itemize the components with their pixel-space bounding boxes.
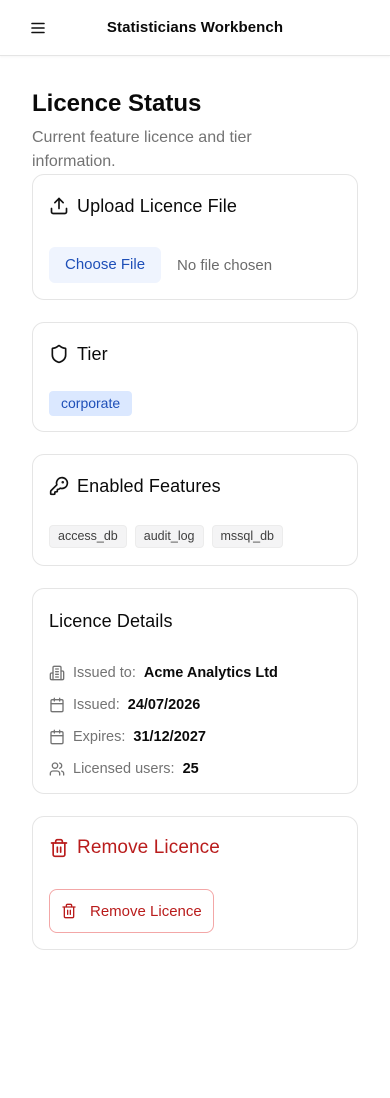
remove-licence-button[interactable]: Remove Licence (49, 889, 214, 933)
upload-card-title: Upload Licence File (77, 195, 237, 216)
detail-issued: Issued: 24/07/2026 (49, 689, 341, 721)
upload-card-header: Upload Licence File (49, 175, 341, 235)
trash-icon (49, 838, 69, 858)
features-card-header: Enabled Features (49, 455, 341, 515)
upload-icon (49, 196, 69, 216)
detail-label: Expires: (73, 729, 126, 745)
calendar-icon (49, 697, 65, 713)
file-input[interactable]: Choose File No file chosen (49, 247, 341, 283)
enabled-features-card: Enabled Features access_db audit_log mss… (32, 454, 358, 566)
detail-value: 25 (182, 761, 199, 777)
app-title: Statisticians Workbench (106, 19, 284, 36)
top-bar: Statisticians Workbench (0, 0, 390, 56)
licence-details-card: Licence Details Issued to: Acme Analytic… (32, 588, 358, 794)
feature-tag: access_db (49, 525, 127, 548)
tier-card-title: Tier (77, 343, 108, 364)
tier-badge: corporate (49, 391, 133, 416)
detail-label: Issued to: (73, 665, 136, 681)
details-list: Issued to: Acme Analytics Ltd Issued: 24… (49, 657, 341, 785)
detail-value: Acme Analytics Ltd (143, 665, 278, 681)
key-icon (49, 476, 69, 496)
tier-card: Tier corporate (32, 322, 358, 432)
users-icon (49, 761, 65, 777)
features-card-title: Enabled Features (77, 475, 221, 496)
detail-value: 24/07/2026 (127, 697, 201, 713)
remove-licence-card: Remove Licence Remove Licence (32, 816, 358, 950)
detail-value: 31/12/2027 (133, 729, 206, 745)
choose-file-button[interactable]: Choose File (49, 247, 162, 283)
details-card-header: Licence Details (49, 589, 341, 651)
page-subtitle: Current feature licence and tier informa… (32, 129, 252, 170)
file-status-text: No file chosen (177, 256, 273, 274)
remove-card-header: Remove Licence (49, 817, 341, 877)
detail-licensed-users: Licensed users: 25 (49, 753, 341, 785)
shield-icon (49, 344, 69, 364)
detail-expires: Expires: 31/12/2027 (49, 721, 341, 753)
detail-label: Issued: (73, 697, 120, 713)
feature-tag: mssql_db (211, 525, 284, 548)
feature-tag: audit_log (134, 525, 204, 548)
trash-icon (60, 902, 78, 920)
feature-list: access_db audit_log mssql_db (49, 525, 341, 548)
calendar-icon (49, 729, 65, 745)
remove-button-label: Remove Licence (90, 902, 202, 920)
page-title: Licence Status (32, 90, 202, 117)
hamburger-menu-icon[interactable] (30, 20, 46, 36)
detail-label: Licensed users: (73, 761, 175, 777)
tier-card-header: Tier (49, 323, 341, 383)
remove-card-title: Remove Licence (77, 837, 220, 858)
upload-licence-card: Upload Licence File Choose File No file … (32, 174, 358, 300)
detail-issued-to: Issued to: Acme Analytics Ltd (49, 657, 341, 689)
main-content: Licence Status Current feature licence a… (0, 90, 390, 950)
details-card-title: Licence Details (49, 610, 173, 631)
building-icon (49, 665, 65, 681)
